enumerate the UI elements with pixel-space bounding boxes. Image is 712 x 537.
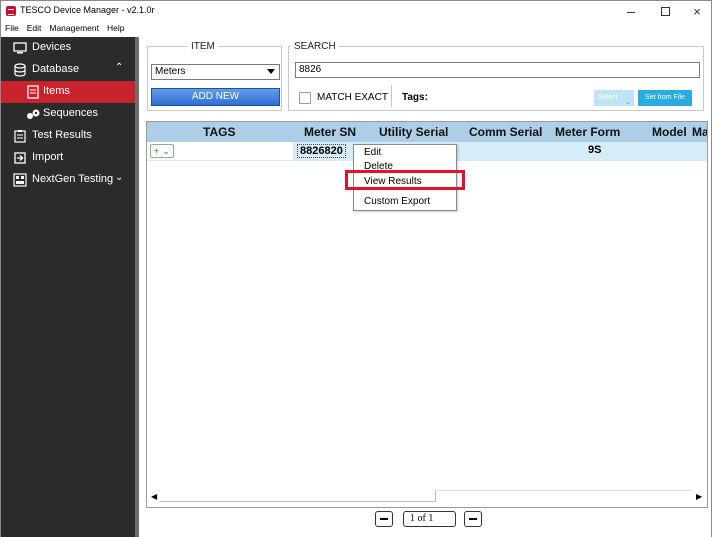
column-header-model[interactable]: Model bbox=[652, 125, 687, 139]
tags-select-label: Select bbox=[598, 94, 618, 101]
dropdown-arrow-icon bbox=[267, 69, 275, 74]
sidebar: Devices Database ⌃ Items Sequences Test … bbox=[1, 37, 135, 537]
item-type-select[interactable]: Meters bbox=[151, 64, 280, 80]
menu-management[interactable]: Management bbox=[45, 22, 103, 36]
table-header: TAGS Meter SN Utility Serial Comm Serial… bbox=[147, 122, 707, 142]
page-indicator[interactable]: 1 of 1 bbox=[403, 511, 456, 527]
chevron-up-icon: ⌃ bbox=[115, 62, 124, 73]
close-button[interactable]: × bbox=[681, 1, 712, 22]
column-header-utility-serial[interactable]: Utility Serial bbox=[379, 125, 448, 139]
menu-edit[interactable]: Edit bbox=[23, 22, 46, 36]
chevron-down-icon: ⌄ bbox=[115, 172, 124, 183]
minimize-icon bbox=[627, 12, 635, 13]
sidebar-item-items[interactable]: Items bbox=[1, 81, 135, 103]
items-icon bbox=[27, 85, 39, 99]
sidebar-item-nextgen-testing[interactable]: NextGen Testing ⌄ bbox=[1, 169, 135, 191]
context-menu-custom-export[interactable]: Custom Export bbox=[364, 196, 430, 207]
tags-select-dropdown[interactable]: Select ⌄ bbox=[594, 90, 634, 106]
add-tag-button[interactable]: + ⌄ bbox=[150, 144, 174, 158]
plus-icon: + bbox=[154, 146, 160, 156]
sidebar-item-label: Import bbox=[32, 151, 64, 163]
minimize-button[interactable] bbox=[615, 1, 647, 22]
sidebar-item-label: Items bbox=[43, 85, 70, 97]
column-header-ma[interactable]: Ma bbox=[692, 125, 707, 139]
next-page-button[interactable] bbox=[464, 511, 482, 527]
clipboard-icon bbox=[14, 130, 26, 143]
menu-bar: File Edit Management Help bbox=[1, 22, 711, 36]
divider bbox=[391, 85, 392, 107]
column-header-meter-form[interactable]: Meter Form bbox=[555, 125, 620, 139]
sequences-icon bbox=[27, 109, 40, 119]
match-exact-label: MATCH EXACT bbox=[317, 92, 388, 103]
scroll-left-icon[interactable]: ◀ bbox=[151, 492, 157, 501]
sidebar-item-label: Database bbox=[32, 63, 80, 75]
item-type-value: Meters bbox=[155, 66, 186, 77]
sidebar-item-test-results[interactable]: Test Results bbox=[1, 125, 135, 147]
database-icon bbox=[14, 63, 26, 77]
maximize-button[interactable] bbox=[649, 1, 681, 22]
import-icon bbox=[14, 152, 26, 164]
chevron-down-icon: ⌄ bbox=[625, 99, 631, 106]
app-window: TESCO Device Manager - v2.1.0r × File Ed… bbox=[0, 0, 712, 537]
tesco-app-icon bbox=[6, 6, 16, 16]
minus-icon bbox=[380, 518, 388, 520]
meter-form-cell[interactable]: 9S bbox=[588, 144, 601, 156]
sidebar-item-label: Devices bbox=[32, 41, 72, 53]
sidebar-item-label: Test Results bbox=[32, 129, 92, 141]
monitor-icon bbox=[13, 42, 27, 54]
sidebar-item-label: Sequences bbox=[43, 107, 99, 119]
scroll-right-icon[interactable]: ▶ bbox=[696, 492, 702, 501]
meter-sn-cell[interactable]: 8826820 bbox=[297, 144, 346, 158]
tags-label: Tags: bbox=[402, 92, 428, 103]
context-menu-edit[interactable]: Edit bbox=[364, 147, 381, 158]
sidebar-item-sequences[interactable]: Sequences bbox=[1, 103, 135, 125]
annotation-highlight-box bbox=[345, 170, 465, 190]
minus-icon bbox=[469, 518, 477, 520]
sidebar-item-import[interactable]: Import bbox=[1, 147, 135, 169]
match-exact-checkbox[interactable] bbox=[299, 92, 311, 104]
column-header-meter-sn[interactable]: Meter SN bbox=[304, 125, 356, 139]
previous-page-button[interactable] bbox=[375, 511, 393, 527]
set-from-file-button[interactable]: Set from File bbox=[638, 90, 692, 106]
main-content: ITEM Meters ADD NEW SEARCH 8826 MATCH EX… bbox=[139, 37, 711, 537]
title-bar: TESCO Device Manager - v2.1.0r × bbox=[1, 1, 711, 22]
add-new-button[interactable]: ADD NEW bbox=[151, 88, 280, 106]
menu-file[interactable]: File bbox=[1, 22, 23, 36]
item-legend: ITEM bbox=[191, 41, 215, 52]
horizontal-scrollbar[interactable]: ◀ ▶ bbox=[147, 488, 707, 507]
menu-help[interactable]: Help bbox=[103, 22, 128, 36]
column-header-tags[interactable]: TAGS bbox=[203, 125, 235, 139]
chevron-down-icon: ⌄ bbox=[162, 146, 170, 156]
tags-cell: + ⌄ bbox=[147, 142, 294, 161]
nextgen-icon bbox=[13, 173, 27, 187]
column-header-comm-serial[interactable]: Comm Serial bbox=[469, 125, 542, 139]
search-input[interactable]: 8826 bbox=[295, 62, 700, 78]
maximize-icon bbox=[660, 7, 670, 16]
window-title: TESCO Device Manager - v2.1.0r bbox=[20, 5, 155, 15]
sidebar-item-label: NextGen Testing bbox=[32, 173, 114, 185]
context-menu-delete[interactable]: Delete bbox=[364, 161, 393, 169]
sidebar-item-database[interactable]: Database ⌃ bbox=[1, 59, 135, 81]
search-legend: SEARCH bbox=[294, 41, 336, 52]
sidebar-item-devices[interactable]: Devices bbox=[1, 37, 135, 59]
scroll-thumb[interactable] bbox=[160, 490, 436, 502]
